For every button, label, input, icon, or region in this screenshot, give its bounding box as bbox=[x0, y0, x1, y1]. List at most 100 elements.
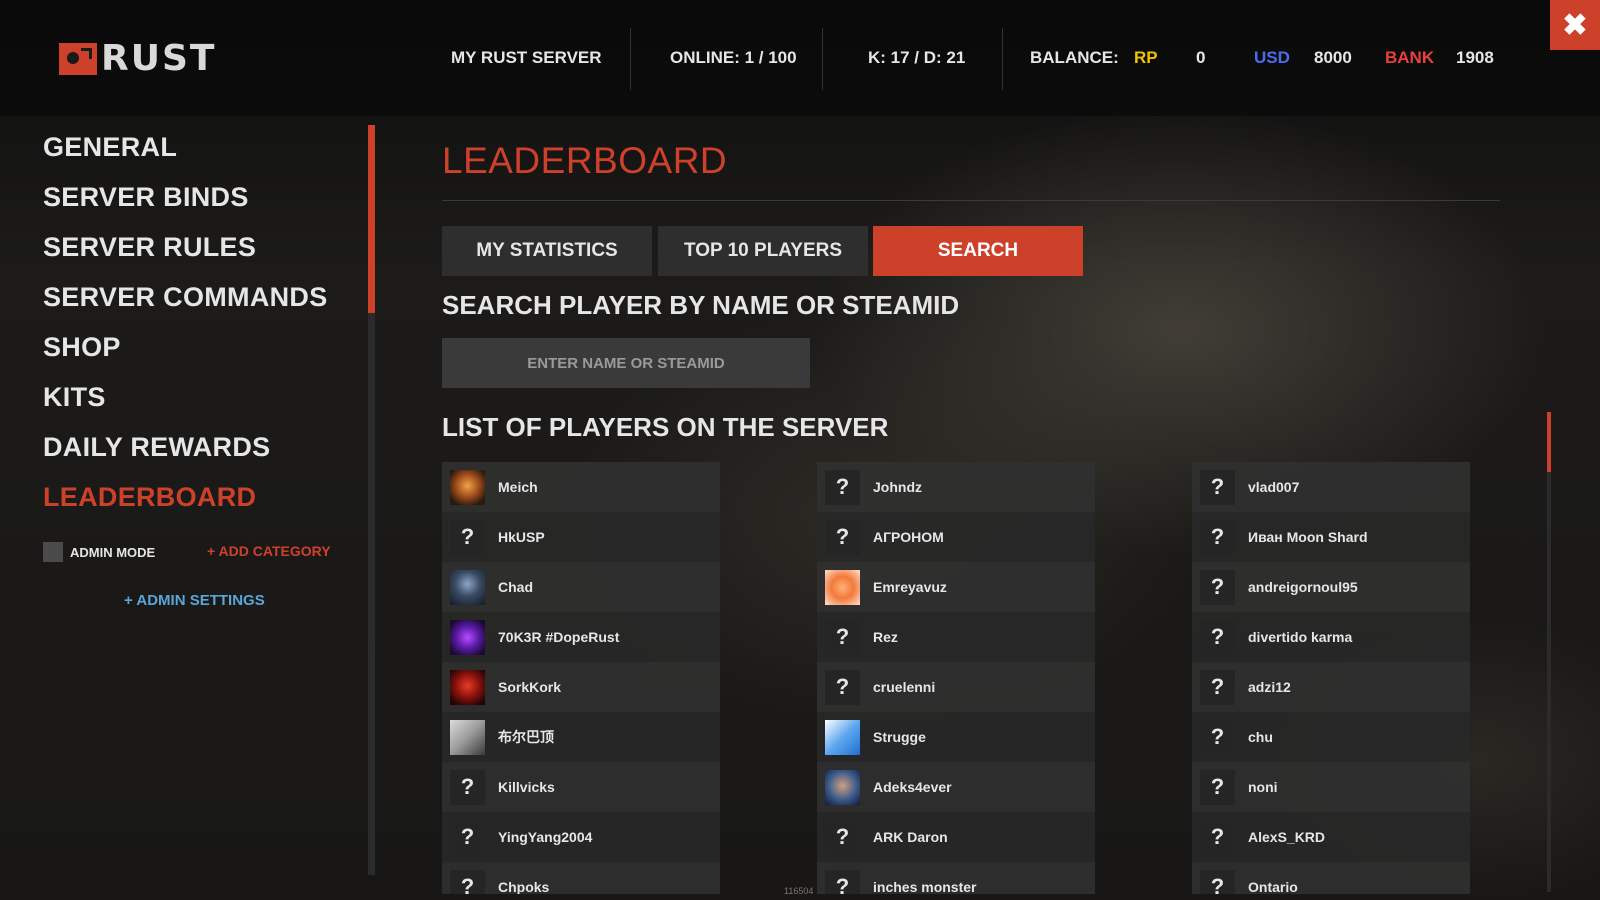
sidebar-item-shop[interactable]: SHOP bbox=[43, 332, 121, 363]
player-row[interactable]: ? andreigornoul95 bbox=[1192, 562, 1470, 612]
player-row[interactable]: ? ARK Daron bbox=[817, 812, 1095, 862]
player-row[interactable]: ? cruelenni bbox=[817, 662, 1095, 712]
divider bbox=[1002, 28, 1003, 90]
sidebar-scrollbar-thumb[interactable] bbox=[368, 125, 375, 313]
player-avatar bbox=[825, 719, 860, 755]
player-row[interactable]: ? Ontario bbox=[1192, 862, 1470, 894]
player-row[interactable]: ? AlexS_KRD bbox=[1192, 812, 1470, 862]
player-name: divertido karma bbox=[1248, 629, 1353, 645]
search-heading: SEARCH PLAYER BY NAME OR STEAMID bbox=[442, 290, 960, 320]
player-row[interactable]: Strugge bbox=[817, 712, 1095, 762]
rust-logo-icon bbox=[59, 43, 97, 75]
player-row[interactable]: ? Chpoks bbox=[442, 862, 720, 894]
online-count: ONLINE: 1 / 100 bbox=[670, 48, 797, 67]
player-name: Meich bbox=[498, 479, 538, 495]
rp-value: 0 bbox=[1196, 48, 1206, 67]
unknown-avatar-icon: ? bbox=[825, 519, 860, 555]
usd-label: USD bbox=[1254, 48, 1290, 67]
player-row[interactable]: Chad bbox=[442, 562, 720, 612]
player-name: HkUSP bbox=[498, 529, 545, 545]
player-row[interactable]: ? YingYang2004 bbox=[442, 812, 720, 862]
sidebar-item-kits[interactable]: KITS bbox=[43, 382, 106, 413]
player-row[interactable]: Adeks4ever bbox=[817, 762, 1095, 812]
unknown-avatar-icon: ? bbox=[825, 469, 860, 505]
player-row[interactable]: Emreyavuz bbox=[817, 562, 1095, 612]
unknown-avatar-icon: ? bbox=[1200, 669, 1235, 705]
player-row[interactable]: ? chu bbox=[1192, 712, 1470, 762]
sidebar-item-server-commands[interactable]: SERVER COMMANDS bbox=[43, 282, 328, 313]
tab-my-statistics[interactable]: MY STATISTICS bbox=[442, 226, 652, 276]
player-name: 70K3R #DopeRust bbox=[498, 629, 620, 645]
top-bar: RUST MY RUST SERVER ONLINE: 1 / 100 K: 1… bbox=[0, 0, 1600, 116]
sidebar-item-leaderboard[interactable]: LEADERBOARD bbox=[43, 482, 256, 513]
rust-logo-text: RUST bbox=[101, 38, 217, 79]
player-name: АГРОНОМ bbox=[873, 529, 944, 545]
player-name: andreigornoul95 bbox=[1248, 579, 1358, 595]
unknown-avatar-icon: ? bbox=[450, 869, 485, 894]
unknown-avatar-icon: ? bbox=[1200, 619, 1235, 655]
balance-label: BALANCE: bbox=[1030, 48, 1119, 67]
sidebar-item-server-binds[interactable]: SERVER BINDS bbox=[43, 182, 249, 213]
player-row[interactable]: ? Rez bbox=[817, 612, 1095, 662]
player-name: Rez bbox=[873, 629, 898, 645]
player-row[interactable]: ? divertido karma bbox=[1192, 612, 1470, 662]
player-row[interactable]: ? HkUSP bbox=[442, 512, 720, 562]
sidebar-item-server-rules[interactable]: SERVER RULES bbox=[43, 232, 256, 263]
search-input[interactable] bbox=[442, 338, 810, 388]
unknown-avatar-icon: ? bbox=[1200, 569, 1235, 605]
player-avatar bbox=[450, 669, 485, 705]
player-column-1: Meich? HkUSP Chad 70K3R #DopeRust SorkKork 布尔… bbox=[442, 462, 720, 894]
divider bbox=[822, 28, 823, 90]
player-name: noni bbox=[1248, 779, 1278, 795]
player-row[interactable]: ? vlad007 bbox=[1192, 462, 1470, 512]
server-name: MY RUST SERVER bbox=[451, 48, 602, 67]
rust-logo: RUST bbox=[59, 38, 217, 79]
player-name: cruelenni bbox=[873, 679, 936, 695]
player-name: chu bbox=[1248, 729, 1273, 745]
sidebar-item-daily-rewards[interactable]: DAILY REWARDS bbox=[43, 432, 270, 463]
unknown-avatar-icon: ? bbox=[1200, 719, 1235, 755]
player-row[interactable]: ? Killvicks bbox=[442, 762, 720, 812]
divider bbox=[630, 28, 631, 90]
player-row[interactable]: 70K3R #DopeRust bbox=[442, 612, 720, 662]
unknown-avatar-icon: ? bbox=[825, 619, 860, 655]
unknown-avatar-icon: ? bbox=[1200, 769, 1235, 805]
close-button[interactable]: ✖ bbox=[1550, 0, 1600, 50]
player-name: Strugge bbox=[873, 729, 926, 745]
unknown-avatar-icon: ? bbox=[450, 519, 485, 555]
player-name: Chad bbox=[498, 579, 533, 595]
player-row[interactable]: Meich bbox=[442, 462, 720, 512]
tab-search[interactable]: SEARCH bbox=[873, 226, 1083, 276]
player-name: Johndz bbox=[873, 479, 922, 495]
player-row[interactable]: ? inches monster bbox=[817, 862, 1095, 894]
tab-top-10-players[interactable]: TOP 10 PLAYERS bbox=[658, 226, 868, 276]
player-row[interactable]: ? АГРОНОМ bbox=[817, 512, 1095, 562]
player-list-scrollbar[interactable] bbox=[1547, 412, 1551, 892]
player-row[interactable]: ? adzi12 bbox=[1192, 662, 1470, 712]
player-name: ARK Daron bbox=[873, 829, 948, 845]
player-row[interactable]: ? Иван Moon Shard bbox=[1192, 512, 1470, 562]
player-row[interactable]: ? noni bbox=[1192, 762, 1470, 812]
bank-label: BANK bbox=[1385, 48, 1435, 67]
kill-death-ratio: K: 17 / D: 21 bbox=[868, 48, 966, 67]
player-avatar bbox=[450, 719, 485, 755]
player-avatar bbox=[450, 619, 485, 655]
player-name: YingYang2004 bbox=[498, 829, 593, 845]
player-name: inches monster bbox=[873, 879, 977, 894]
admin-settings-link[interactable]: + ADMIN SETTINGS bbox=[124, 592, 265, 609]
sidebar: GENERAL SERVER BINDS SERVER RULES SERVER… bbox=[0, 116, 390, 900]
player-name: Иван Moon Shard bbox=[1248, 529, 1368, 545]
player-row[interactable]: 布尔巴顶 bbox=[442, 712, 720, 762]
bank-value: 1908 bbox=[1456, 48, 1494, 67]
player-row[interactable]: SorkKork bbox=[442, 662, 720, 712]
close-icon: ✖ bbox=[1562, 8, 1588, 42]
player-row[interactable]: ? Johndz bbox=[817, 462, 1095, 512]
admin-mode-toggle[interactable]: ADMIN MODE bbox=[43, 542, 155, 562]
add-category-link[interactable]: + ADD CATEGORY bbox=[207, 543, 331, 559]
sidebar-item-general[interactable]: GENERAL bbox=[43, 132, 177, 163]
player-list-scrollbar-thumb[interactable] bbox=[1547, 412, 1551, 472]
title-divider bbox=[442, 200, 1500, 201]
admin-mode-checkbox[interactable] bbox=[43, 542, 63, 562]
player-avatar bbox=[450, 469, 485, 505]
unknown-avatar-icon: ? bbox=[1200, 869, 1235, 894]
